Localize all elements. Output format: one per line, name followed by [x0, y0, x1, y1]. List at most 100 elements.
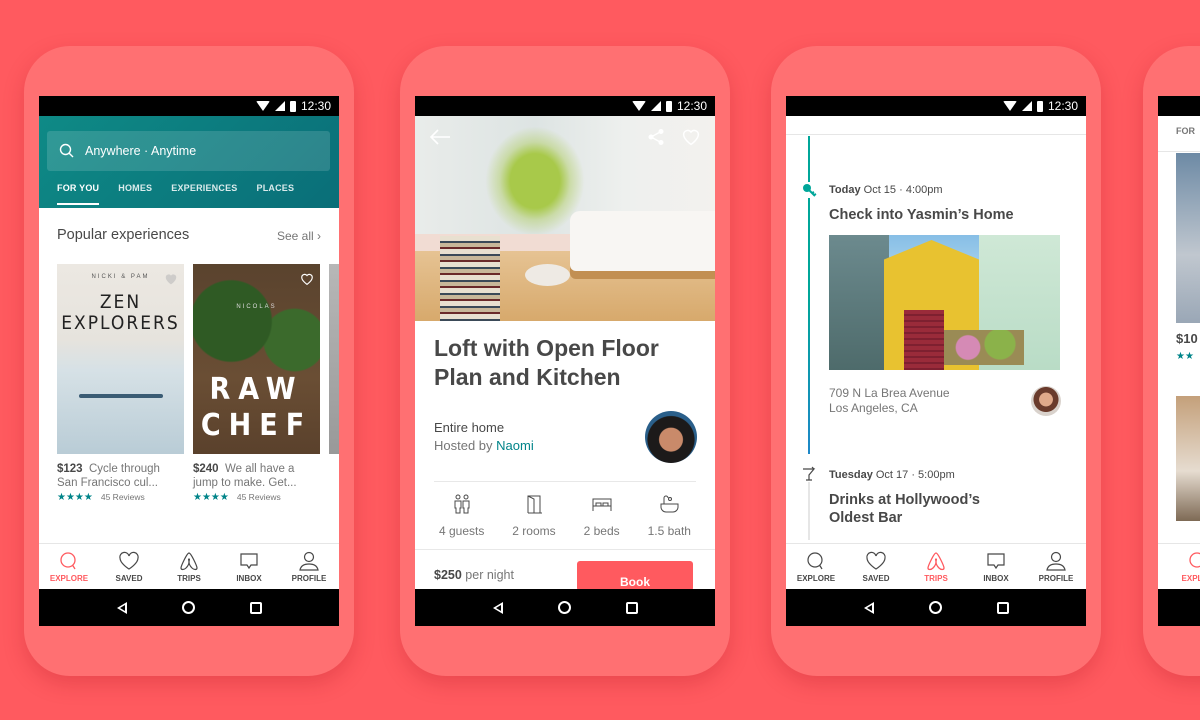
home-icon[interactable] [557, 601, 571, 614]
photo-dog [525, 264, 570, 286]
bottom-tab-bar: EXPLORE SAVED TRIPS INBOX PROFILE [39, 543, 339, 589]
card-cover-title: ZEN EXPLORERS [61, 291, 180, 334]
recent-apps-icon[interactable] [996, 601, 1009, 614]
boat-graphic [79, 394, 163, 398]
card-desc-line2: San Francisco cul... [57, 477, 158, 489]
android-nav-bar [415, 589, 715, 626]
home-icon[interactable] [928, 601, 942, 614]
card-price: $240 [193, 463, 219, 475]
hosted-by-label: Hosted by [434, 438, 493, 453]
back-arrow-icon[interactable] [429, 128, 451, 146]
back-icon[interactable] [492, 601, 503, 614]
amenity-label: 2 rooms [512, 524, 556, 538]
photo-stairs [904, 310, 944, 370]
experience-card[interactable]: NICOLAS RAW CHEF $240 We all have a jump… [193, 264, 320, 503]
heart-icon[interactable] [681, 128, 701, 146]
bath-icon [660, 495, 679, 513]
search-icon [60, 551, 76, 569]
card-desc-line1: Cycle through [88, 463, 160, 475]
see-all-link[interactable]: See all › [277, 229, 321, 243]
explore-header: Anywhere · Anytime FOR YOU HOMES EXPERIE… [39, 116, 339, 208]
tab-saved[interactable]: SAVED [846, 551, 906, 583]
listing-image[interactable] [1176, 396, 1200, 521]
heart-icon [119, 551, 139, 570]
host-avatar[interactable] [1031, 386, 1061, 416]
tab-label: SAVED [115, 573, 143, 583]
status-bar [1158, 96, 1200, 116]
heart-icon[interactable] [164, 272, 178, 285]
phone-explore: 12:30 Anywhere · Anytime FOR YOU HOMES E… [24, 46, 354, 676]
experience-card[interactable]: NICKI & PAM ZEN EXPLORERS $123 Cycle thr… [57, 264, 184, 503]
category-tabs: FOR YOU HOMES EXPERIENCES PLACES [39, 183, 294, 205]
book-button[interactable]: Book [577, 561, 693, 591]
profile-icon [299, 551, 319, 571]
search-input[interactable]: Anywhere · Anytime [47, 131, 330, 171]
bottom-tab-bar: EXPLOR [1158, 543, 1200, 589]
tab-explore[interactable]: EXPLOR [1168, 551, 1200, 583]
tab-inbox[interactable]: INBOX [219, 551, 279, 583]
status-time: 12:30 [300, 99, 331, 113]
nightly-price: $250 per night [434, 568, 514, 582]
event-date: Today Oct 15 · 4:00pm [829, 184, 943, 196]
event-day: Tuesday [829, 469, 873, 481]
search-icon [1189, 551, 1200, 568]
listing-photo [415, 116, 715, 321]
recent-apps-icon[interactable] [625, 601, 638, 614]
peek-screen: FOR $10 ★★ EXPLOR [1158, 96, 1200, 626]
tab-label: EXPLOR [1181, 573, 1200, 583]
status-time: 12:30 [676, 99, 707, 113]
amenity-guests: 4 guests [439, 494, 484, 538]
photo-garden [944, 330, 1024, 365]
wifi-icon [1002, 101, 1017, 111]
tab-fragment[interactable]: FOR [1176, 126, 1195, 136]
android-nav-bar [786, 589, 1086, 626]
divider [434, 481, 696, 482]
phone-trips: 12:30 Today Oct 15 · 4:00pm Check into Y… [771, 46, 1101, 676]
tab-label: EXPLORE [796, 573, 836, 583]
experience-cards: NICKI & PAM ZEN EXPLORERS $123 Cycle thr… [57, 264, 339, 503]
host-name-link[interactable]: Naomi [496, 438, 534, 453]
event-title[interactable]: Check into Yasmin’s Home [829, 206, 1014, 224]
tab-homes[interactable]: HOMES [118, 183, 152, 205]
heart-icon[interactable] [300, 272, 314, 285]
phone-peek: FOR $10 ★★ EXPLOR [1143, 46, 1200, 676]
tab-label: SAVED [862, 573, 890, 583]
tab-saved[interactable]: SAVED [99, 551, 159, 583]
host-avatar[interactable] [645, 411, 697, 463]
android-nav-bar [39, 589, 339, 626]
listing-summary: Entire home Hosted by Naomi [434, 419, 534, 455]
listing-image[interactable] [1176, 153, 1200, 323]
airbnb-logo-icon [180, 551, 198, 570]
cocktail-icon [801, 466, 817, 482]
tab-places[interactable]: PLACES [257, 183, 295, 205]
tab-label: INBOX [236, 573, 262, 583]
tab-trips[interactable]: TRIPS [159, 551, 219, 583]
recent-apps-icon[interactable] [249, 601, 262, 614]
see-all-label: See all [276, 229, 314, 243]
tab-for-you[interactable]: FOR YOU [57, 183, 100, 205]
event-title[interactable]: Drinks at Hollywood’s Oldest Bar [829, 491, 1029, 527]
address-line2: Los Angeles, CA [829, 401, 918, 415]
home-icon[interactable] [181, 601, 195, 614]
tab-explore[interactable]: EXPLORE [39, 551, 99, 583]
tab-inbox[interactable]: INBOX [966, 551, 1026, 583]
home-photo[interactable] [829, 235, 1060, 370]
status-bar: 12:30 [39, 96, 339, 116]
experience-card-peek[interactable] [329, 264, 339, 454]
door-icon [527, 495, 542, 514]
amenity-rooms: 2 rooms [512, 494, 556, 538]
event-address: 709 N La Brea Avenue Los Angeles, CA [829, 386, 950, 416]
tab-profile[interactable]: PROFILE [279, 551, 339, 583]
chevron-right-icon: › [317, 229, 321, 243]
tab-trips[interactable]: TRIPS [906, 551, 966, 583]
tab-explore[interactable]: EXPLORE [786, 551, 846, 583]
back-icon[interactable] [116, 601, 127, 614]
share-icon[interactable] [647, 128, 665, 146]
signal-icon [1021, 101, 1032, 111]
back-icon[interactable] [863, 601, 874, 614]
photo-actions [415, 128, 715, 146]
tab-profile[interactable]: PROFILE [1026, 551, 1086, 583]
tab-experiences[interactable]: EXPERIENCES [171, 183, 237, 205]
message-icon [987, 552, 1005, 569]
heart-icon [866, 551, 886, 570]
